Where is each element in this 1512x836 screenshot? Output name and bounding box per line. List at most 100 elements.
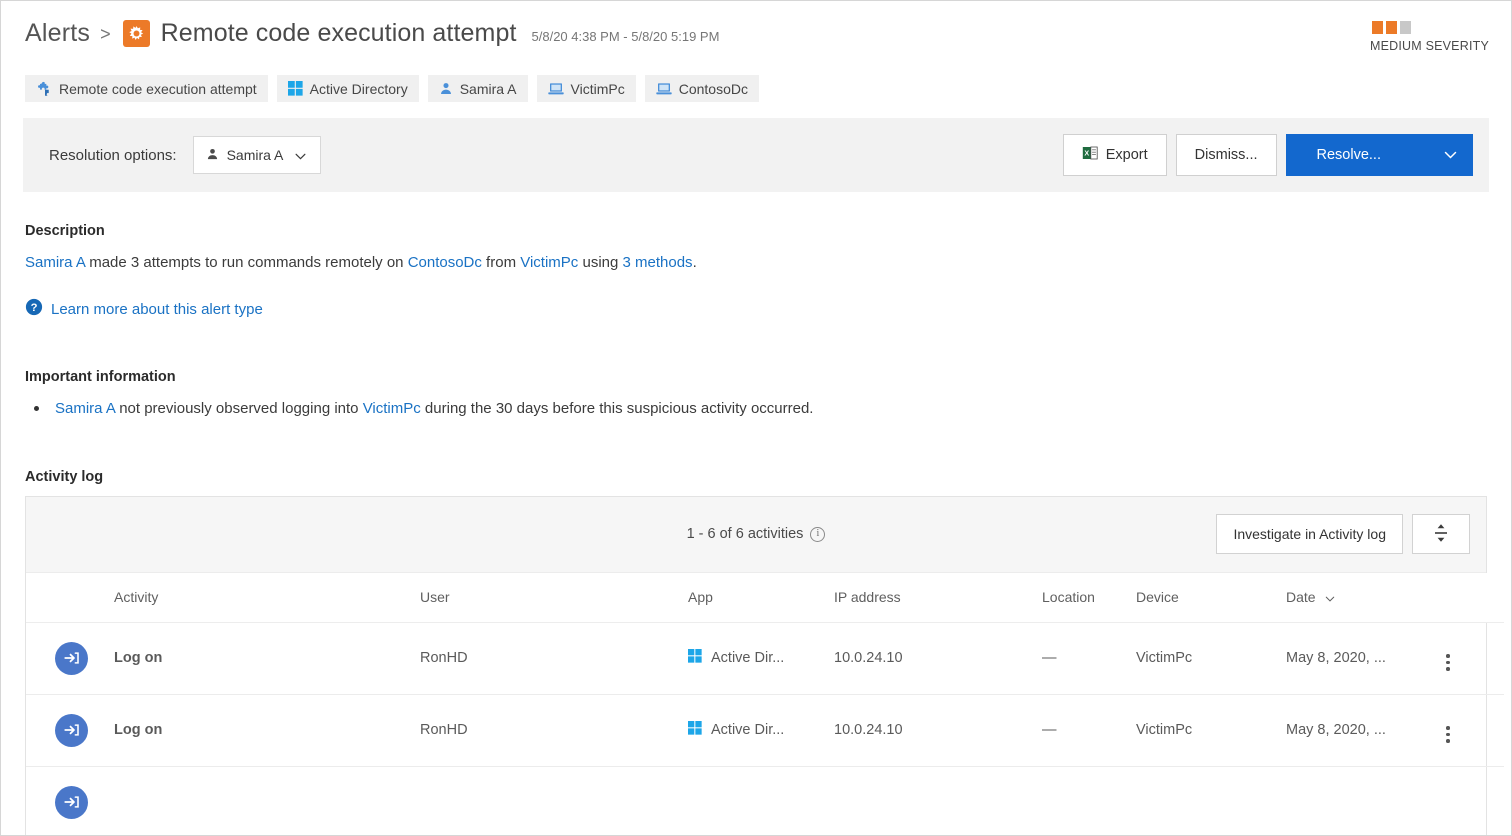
activity-date (1286, 766, 1446, 836)
entity-chip-user[interactable]: Samira A (428, 75, 528, 102)
alert-time-range: 5/8/20 4:38 PM - 5/8/20 5:19 PM (532, 29, 720, 44)
windows-icon (688, 721, 702, 739)
starburst-alert-icon (123, 20, 150, 47)
activity-log-table-head: Activity User App IP address Location De… (26, 573, 1504, 623)
activity-row-actions (1446, 694, 1504, 766)
kebab-menu-icon[interactable] (1446, 726, 1450, 743)
activity-log-table: Activity User App IP address Location De… (26, 573, 1504, 836)
activity-row-actions (1446, 766, 1504, 836)
activity-log-heading: Activity log (25, 469, 1487, 485)
activity-name (114, 766, 420, 836)
windows-icon (288, 81, 303, 96)
assignee-name: Samira A (227, 147, 284, 163)
activity-icon-cell (26, 694, 114, 766)
activity-icon-cell (26, 766, 114, 836)
activity-ip-address: 10.0.24.10 (834, 622, 1042, 694)
breadcrumb-alerts-link[interactable]: Alerts (25, 19, 90, 48)
activity-log-card: 1 - 6 of 6 activities i Investigate in A… (25, 496, 1487, 836)
important-information-heading: Important information (25, 369, 1487, 385)
resolve-button[interactable]: Resolve... (1287, 135, 1411, 175)
important-information-list: Samira A not previously observed logging… (25, 398, 1487, 419)
assignee-dropdown[interactable]: Samira A (193, 136, 321, 174)
activity-device: VictimPc (1136, 622, 1286, 694)
entity-chip-contosodc[interactable]: ContosoDc (645, 75, 759, 102)
resolve-dropdown-toggle[interactable] (1428, 135, 1472, 175)
info-icon[interactable]: i (810, 527, 825, 542)
svg-text:?: ? (31, 302, 38, 314)
description-link-user[interactable]: Samira A (25, 254, 85, 271)
learn-more-row: ? Learn more about this alert type (25, 298, 1487, 321)
svg-text:X: X (1084, 149, 1089, 158)
table-row[interactable]: Log on RonHD (26, 622, 1504, 694)
activity-app-cell (688, 766, 834, 836)
column-header-actions (1446, 573, 1504, 623)
severity-bar-1 (1372, 21, 1383, 34)
activity-log-table-body: Log on RonHD (26, 622, 1504, 836)
activity-date: May 8, 2020, ... (1286, 622, 1446, 694)
alert-detail-page: Alerts > Remote code execution attempt 5… (0, 0, 1512, 836)
export-button-label: Export (1106, 147, 1148, 163)
severity-bars (1372, 21, 1489, 34)
column-header-date[interactable]: Date (1286, 573, 1446, 623)
entity-chip-label: Active Directory (310, 81, 408, 97)
severity-bar-2 (1386, 21, 1397, 34)
dismiss-button-label: Dismiss... (1195, 147, 1258, 163)
important-text-segment: during the 30 days before this suspiciou… (421, 400, 814, 417)
column-header-app[interactable]: App (688, 573, 834, 623)
activity-name: Log on (114, 694, 420, 766)
investigate-in-activity-log-button[interactable]: Investigate in Activity log (1216, 514, 1403, 554)
breadcrumb-separator: > (100, 24, 111, 45)
log-on-icon (55, 642, 88, 675)
table-row[interactable]: Log on RonHD (26, 694, 1504, 766)
column-header-user[interactable]: User (420, 573, 688, 623)
description-text-segment: using (578, 254, 622, 271)
chevron-down-icon (295, 147, 306, 163)
computer-icon (548, 82, 564, 96)
activity-log-toolbar-actions: Investigate in Activity log (1216, 514, 1470, 554)
title-row: Alerts > Remote code execution attempt 5… (25, 19, 1487, 48)
resolution-options-bar: Resolution options: Samira A (23, 118, 1489, 192)
resolution-options-label: Resolution options: (49, 147, 177, 164)
severity-bar-3 (1400, 21, 1411, 34)
excel-export-icon: X (1082, 145, 1098, 165)
alert-puzzle-icon (36, 81, 52, 97)
severity-indicator: MEDIUM SEVERITY (1370, 21, 1489, 53)
important-link-user[interactable]: Samira A (55, 400, 115, 417)
activity-user (420, 766, 688, 836)
row-height-button[interactable] (1412, 514, 1470, 554)
column-header-device[interactable]: Device (1136, 573, 1286, 623)
description-text-segment: . (693, 254, 697, 271)
list-item: Samira A not previously observed logging… (25, 398, 1487, 419)
activity-ip-address (834, 766, 1042, 836)
help-question-icon: ? (25, 298, 43, 321)
user-icon (206, 147, 219, 164)
important-link-victimpc[interactable]: VictimPc (363, 400, 421, 417)
activity-date: May 8, 2020, ... (1286, 694, 1446, 766)
entity-chip-label: ContosoDc (679, 81, 748, 97)
learn-more-link[interactable]: Learn more about this alert type (51, 301, 263, 318)
column-header-ip-address[interactable]: IP address (834, 573, 1042, 623)
description-text-segment: from (482, 254, 520, 271)
entity-chip-victimpc[interactable]: VictimPc (537, 75, 636, 102)
entity-chip-label: Remote code execution attempt (59, 81, 257, 97)
activity-location: — (1042, 622, 1136, 694)
column-header-activity[interactable]: Activity (114, 573, 420, 623)
entity-chip-active-directory[interactable]: Active Directory (277, 75, 419, 102)
description-link-methods[interactable]: 3 methods (623, 254, 693, 271)
chevron-down-icon (1444, 147, 1457, 163)
activity-log-toolbar: 1 - 6 of 6 activities i Investigate in A… (26, 497, 1486, 573)
entity-chip-alert[interactable]: Remote code execution attempt (25, 75, 268, 102)
table-row[interactable] (26, 766, 1504, 836)
description-link-contosodc[interactable]: ContosoDc (408, 254, 482, 271)
resolve-split-button: Resolve... (1286, 134, 1473, 176)
export-button[interactable]: X Export (1063, 134, 1167, 176)
column-header-location[interactable]: Location (1042, 573, 1136, 623)
dismiss-button[interactable]: Dismiss... (1176, 134, 1277, 176)
log-on-icon (55, 714, 88, 747)
computer-icon (656, 82, 672, 96)
kebab-menu-icon[interactable] (1446, 654, 1450, 671)
chevron-down-icon (1325, 589, 1335, 605)
description-link-victimpc[interactable]: VictimPc (520, 254, 578, 271)
activity-user: RonHD (420, 694, 688, 766)
activity-device: VictimPc (1136, 694, 1286, 766)
